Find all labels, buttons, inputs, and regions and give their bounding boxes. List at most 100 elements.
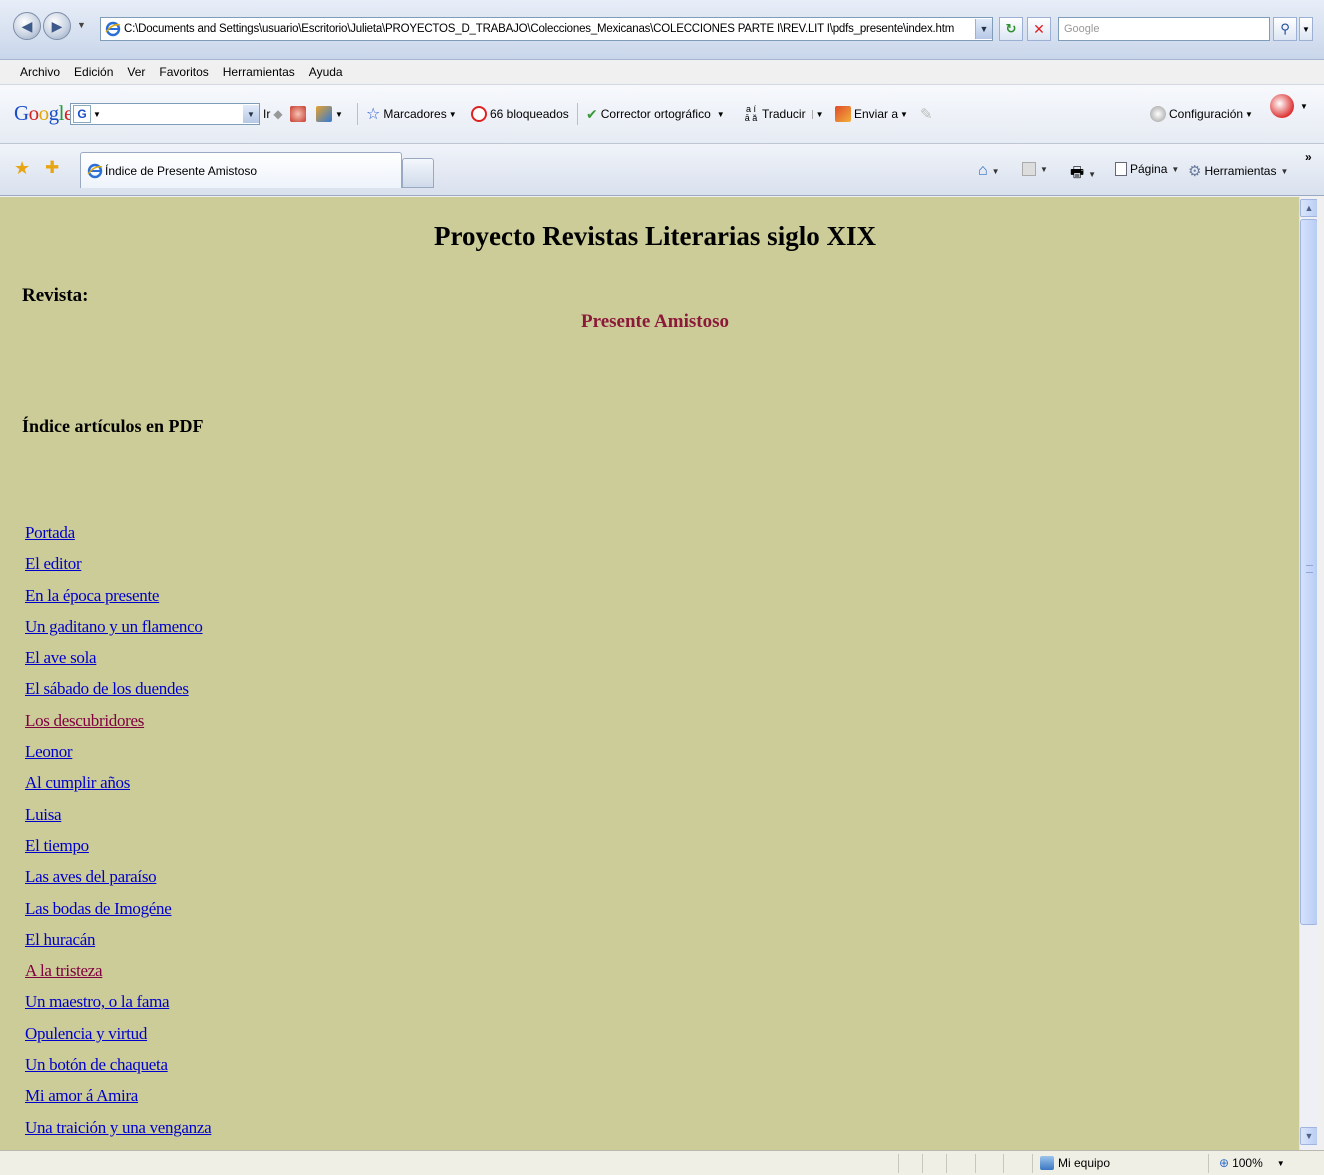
- list-item: El editor: [25, 554, 211, 585]
- send-icon: [835, 106, 851, 122]
- article-link[interactable]: Opulencia y virtud: [25, 1024, 147, 1043]
- stop-icon: ✕: [1033, 20, 1045, 37]
- printer-icon: 🖶: [1070, 164, 1085, 181]
- article-link[interactable]: El sábado de los duendes: [25, 679, 189, 698]
- zoom-icon: ⊕: [1219, 1156, 1230, 1170]
- list-item: Leonor: [25, 742, 211, 773]
- article-link[interactable]: Las aves del paraíso: [25, 867, 157, 886]
- article-link[interactable]: Un gaditano y un flamenco: [25, 617, 203, 636]
- list-item: El huracán: [25, 930, 211, 961]
- popup-blocker-button[interactable]: 66 bloqueados: [471, 105, 569, 123]
- send-to-button[interactable]: Enviar a ▼: [835, 105, 908, 123]
- page-content: Proyecto Revistas Literarias siglo XIX R…: [0, 197, 1299, 1150]
- search-options-dropdown[interactable]: ▼: [1299, 17, 1313, 41]
- list-item: Las aves del paraíso: [25, 867, 211, 898]
- article-link[interactable]: El huracán: [25, 930, 95, 949]
- pencil-button[interactable]: ✎: [920, 105, 933, 123]
- bookmarks-button[interactable]: ☆ Marcadores ▼: [366, 105, 457, 123]
- search-button[interactable]: ⚲: [1273, 17, 1297, 41]
- forward-arrow-icon: ▶: [51, 17, 63, 34]
- article-link[interactable]: El tiempo: [25, 836, 89, 855]
- blocked-popup-icon: [471, 106, 487, 122]
- revista-name: Presente Amistoso: [581, 311, 729, 332]
- menu-ayuda[interactable]: Ayuda: [309, 65, 343, 79]
- home-icon: ⌂: [978, 162, 988, 179]
- highlight-button[interactable]: ▼: [316, 105, 343, 123]
- google-search-dropdown[interactable]: ▼: [243, 105, 259, 123]
- menu-herramientas[interactable]: Herramientas: [223, 65, 295, 79]
- settings-button[interactable]: Configuración ▼: [1150, 105, 1253, 123]
- security-zone[interactable]: Mi equipo: [1040, 1156, 1110, 1170]
- article-link[interactable]: Al cumplir años: [25, 773, 130, 792]
- favorites-star-icon[interactable]: ★: [14, 158, 30, 179]
- overflow-chevron-icon[interactable]: »: [1305, 150, 1312, 164]
- page-title: Proyecto Revistas Literarias siglo XIX: [434, 221, 876, 251]
- url-dropdown-button[interactable]: ▼: [975, 19, 992, 39]
- pencil-icon: ✎: [920, 106, 933, 123]
- google-g-icon[interactable]: G: [73, 105, 91, 123]
- google-go-button[interactable]: Ir ◆: [263, 105, 283, 123]
- scrollbar-thumb[interactable]: [1300, 219, 1318, 925]
- zoom-control[interactable]: ⊕ 100% ▼: [1219, 1156, 1285, 1170]
- article-link[interactable]: Un maestro, o la fama: [25, 992, 170, 1011]
- article-link[interactable]: Un botón de chaqueta: [25, 1055, 168, 1074]
- translate-button[interactable]: a íā ă Traducir ▼: [742, 101, 824, 127]
- menu-archivo[interactable]: Archivo: [20, 65, 60, 79]
- article-link[interactable]: El ave sola: [25, 648, 97, 667]
- google-search-input[interactable]: G ▼ ▼: [70, 103, 260, 125]
- google-logo[interactable]: Google: [14, 101, 73, 126]
- menu-bar: Archivo Edición Ver Favoritos Herramient…: [0, 60, 1324, 84]
- scroll-up-button[interactable]: ▲: [1300, 199, 1318, 217]
- article-link[interactable]: A la tristeza: [25, 961, 103, 980]
- pagerank-button[interactable]: [290, 105, 309, 123]
- url-field[interactable]: C:\Documents and Settings\usuario\Escrit…: [100, 17, 993, 41]
- new-tab-button[interactable]: [402, 158, 434, 188]
- menu-ver[interactable]: Ver: [127, 65, 145, 79]
- article-link[interactable]: Leonor: [25, 742, 73, 761]
- refresh-icon: ↻: [1005, 21, 1017, 36]
- url-text[interactable]: C:\Documents and Settings\usuario\Escrit…: [124, 23, 975, 35]
- article-link[interactable]: Los descubridores: [25, 711, 144, 730]
- refresh-button[interactable]: ↻: [999, 17, 1023, 41]
- tab-active[interactable]: Índice de Presente Amistoso: [80, 152, 402, 188]
- ie-page-icon: [87, 163, 103, 178]
- home-button[interactable]: ⌂ ▼: [978, 162, 1000, 180]
- scroll-down-button[interactable]: ▼: [1300, 1127, 1318, 1145]
- menu-edicion[interactable]: Edición: [74, 65, 113, 79]
- pdf-button[interactable]: ▼: [1270, 91, 1308, 121]
- rss-feed-icon: [1022, 162, 1036, 176]
- article-link[interactable]: Portada: [25, 523, 75, 542]
- revista-label: Revista:: [22, 285, 89, 306]
- page-menu-button[interactable]: Página ▼: [1115, 162, 1179, 176]
- stop-button[interactable]: ✕: [1027, 17, 1051, 41]
- article-link[interactable]: Luisa: [25, 805, 62, 824]
- article-link[interactable]: Mi amor á Amira: [25, 1086, 138, 1105]
- vertical-scrollbar[interactable]: ▲ ▼: [1299, 197, 1318, 1150]
- print-button[interactable]: 🖶 ▼: [1070, 162, 1096, 187]
- menu-favoritos[interactable]: Favoritos: [159, 65, 208, 79]
- spellcheck-icon: ✔: [586, 105, 598, 122]
- spellcheck-button[interactable]: ✔ Corrector ortográfico ▼: [586, 105, 725, 123]
- computer-icon: [1040, 1156, 1054, 1170]
- add-favorites-icon[interactable]: ✚: [45, 158, 59, 178]
- list-item: Un botón de chaqueta: [25, 1055, 211, 1086]
- pdf-icon: [1270, 94, 1294, 118]
- feeds-button[interactable]: ▼: [1022, 162, 1048, 176]
- address-bar: ◀ ▶ ▼ C:\Documents and Settings\usuario\…: [0, 0, 1324, 60]
- article-link[interactable]: Las bodas de Imogéne: [25, 899, 172, 918]
- article-link[interactable]: En la época presente: [25, 586, 159, 605]
- list-item: Portada: [25, 523, 211, 554]
- back-button[interactable]: ◀: [13, 12, 41, 40]
- article-link[interactable]: Una traición y una venganza: [25, 1118, 212, 1137]
- recent-pages-dropdown[interactable]: ▼: [77, 20, 86, 30]
- search-input[interactable]: Google: [1058, 17, 1270, 41]
- article-link[interactable]: El editor: [25, 554, 82, 573]
- index-heading: Índice artículos en PDF: [22, 416, 204, 436]
- list-item: El ave sola: [25, 648, 211, 679]
- tools-menu-button[interactable]: ⚙ Herramientas ▼: [1188, 162, 1288, 180]
- forward-button[interactable]: ▶: [43, 12, 71, 40]
- google-toolbar: Google G ▼ ▼ Ir ◆ ▼ ☆ Marcadores ▼ 66 bloque…: [0, 84, 1324, 144]
- star-outline-icon: ☆: [366, 106, 381, 123]
- list-item: Opulencia y virtud: [25, 1024, 211, 1055]
- back-arrow-icon: ◀: [21, 17, 33, 34]
